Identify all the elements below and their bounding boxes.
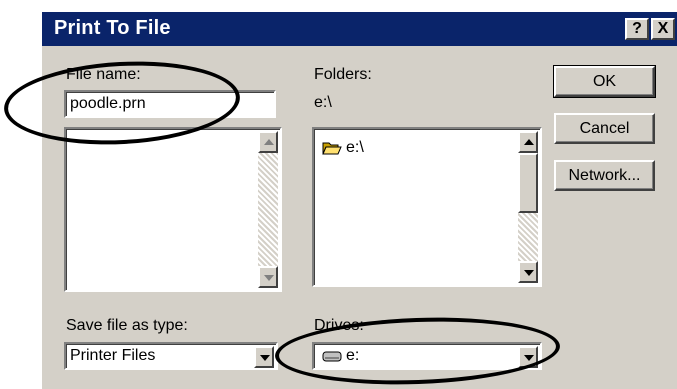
folder-list-scrollbar[interactable] (518, 131, 538, 283)
help-button[interactable]: ? (625, 18, 649, 40)
save-as-type-label: Save file as type: (66, 317, 188, 334)
folder-list[interactable]: e:\ (312, 127, 542, 287)
arrow-up-icon (264, 139, 274, 145)
save-as-type-value: Printer Files (70, 347, 156, 364)
drives-label: Drives: (314, 317, 364, 334)
ok-button[interactable]: OK (553, 65, 656, 98)
current-folder-path: e:\ (314, 94, 332, 111)
folder-item-label: e:\ (346, 139, 364, 156)
dialog-title: Print To File (54, 17, 171, 39)
file-list[interactable] (64, 127, 282, 292)
title-bar[interactable]: Print To File ? X (42, 12, 677, 46)
chevron-down-icon (524, 355, 534, 361)
file-list-scrollbar[interactable] (258, 131, 278, 288)
drive-icon (322, 351, 342, 362)
file-list-scroll-up-button[interactable] (258, 131, 278, 153)
folder-list-scroll-down-button[interactable] (518, 261, 538, 283)
drives-select[interactable]: e: (312, 342, 542, 370)
network-button[interactable]: Network... (554, 160, 655, 191)
file-name-input[interactable]: poodle.prn (64, 90, 276, 118)
cancel-button[interactable]: Cancel (554, 113, 655, 144)
open-folder-icon (322, 142, 342, 155)
folders-label: Folders: (314, 66, 372, 83)
drives-value: e: (346, 347, 360, 364)
chevron-down-icon (260, 355, 270, 361)
folder-list-scroll-thumb[interactable] (518, 153, 538, 213)
arrow-down-icon (264, 275, 274, 281)
arrow-down-icon (524, 270, 534, 276)
file-list-scroll-down-button[interactable] (258, 266, 278, 288)
folder-list-scroll-up-button[interactable] (518, 131, 538, 153)
print-to-file-dialog: Print To File ? X File name: poodle.prn … (40, 10, 677, 389)
drives-dropdown-button[interactable] (518, 346, 538, 368)
save-as-type-select[interactable]: Printer Files (64, 342, 278, 370)
close-button[interactable]: X (651, 18, 675, 40)
arrow-up-icon (524, 139, 534, 145)
file-name-value: poodle.prn (70, 95, 146, 112)
save-as-type-dropdown-button[interactable] (254, 346, 274, 368)
file-name-label: File name: (66, 66, 141, 83)
